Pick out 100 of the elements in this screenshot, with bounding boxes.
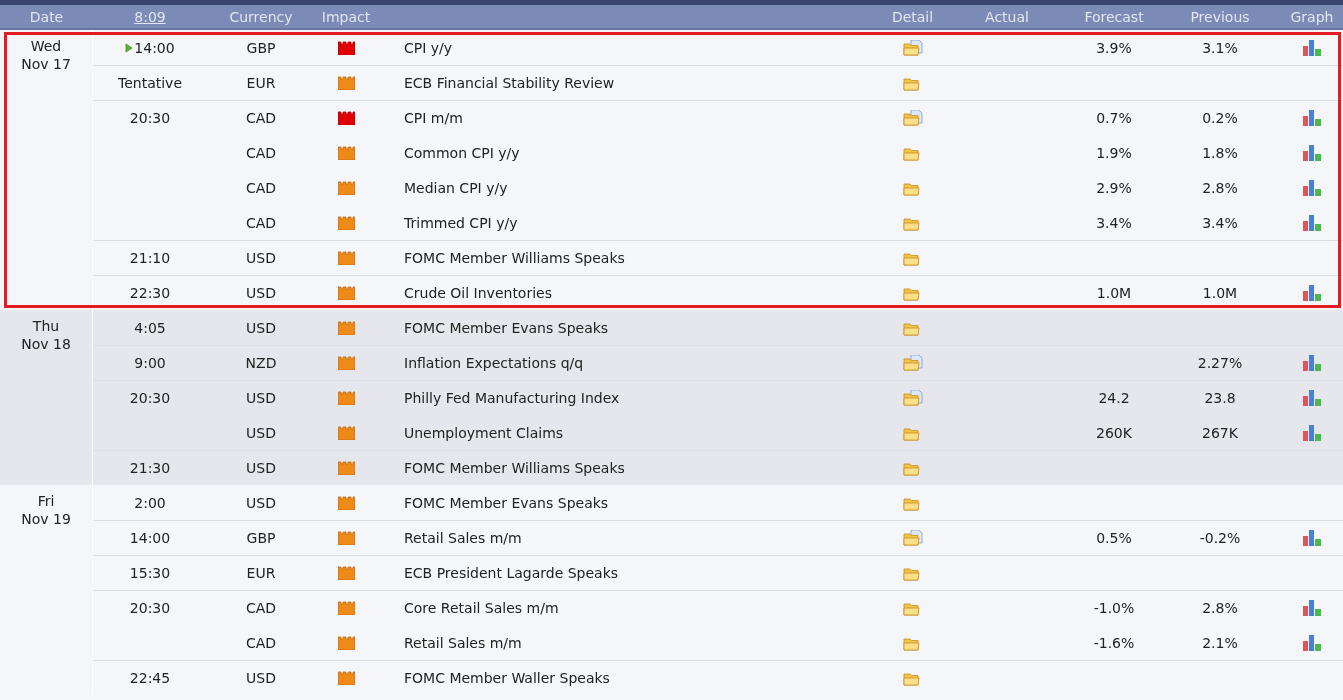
forecast-value: 3.9% — [1096, 40, 1132, 56]
bar-chart-icon[interactable] — [1302, 110, 1322, 126]
forecast-value: -1.6% — [1093, 635, 1135, 651]
previous-value: 267K — [1202, 425, 1238, 441]
previous-value: 23.8 — [1204, 390, 1236, 406]
bar-chart-icon[interactable] — [1302, 285, 1322, 301]
time-text: 14:00 — [129, 530, 171, 546]
event-title: FOMC Member Evans Speaks — [403, 495, 609, 511]
folder-document-icon[interactable] — [902, 110, 923, 126]
weekday-text: Wed — [30, 37, 62, 55]
event-title: FOMC Member Waller Speaks — [403, 670, 610, 686]
previous-value: 2.1% — [1202, 635, 1238, 651]
currency-text: USD — [246, 285, 276, 301]
folder-icon[interactable] — [902, 425, 923, 441]
forecast-value: 260K — [1096, 425, 1132, 441]
folder-icon[interactable] — [902, 180, 923, 196]
event-title: Core Retail Sales m/m — [403, 600, 559, 616]
currency-text: NZD — [245, 355, 277, 371]
folder-icon[interactable] — [902, 600, 923, 616]
column-header: Currency — [229, 8, 293, 25]
currency-text: USD — [246, 460, 276, 476]
previous-value: 3.1% — [1202, 40, 1238, 56]
time-text: 21:30 — [129, 460, 171, 476]
event-title: FOMC Member Williams Speaks — [403, 460, 625, 476]
time-text: 2:00 — [134, 495, 166, 511]
forecast-value: 1.0M — [1096, 285, 1132, 301]
event-title: ECB Financial Stability Review — [403, 75, 615, 91]
currency-text: EUR — [246, 565, 276, 581]
bar-chart-icon[interactable] — [1302, 390, 1322, 406]
folder-icon[interactable] — [902, 460, 923, 476]
time-text: Tentative — [118, 75, 182, 91]
folder-document-icon[interactable] — [902, 355, 923, 371]
date-text: Nov 18 — [21, 335, 71, 353]
folder-icon[interactable] — [902, 75, 923, 91]
time-text: 20:30 — [129, 390, 171, 406]
weekday-text: Thu — [32, 317, 60, 335]
currency-text: CAD — [245, 110, 277, 126]
bar-chart-icon[interactable] — [1302, 600, 1322, 616]
column-header: Impact — [321, 8, 371, 25]
forecast-value: 3.4% — [1096, 215, 1132, 231]
previous-value: -0.2% — [1199, 530, 1241, 546]
folder-icon[interactable] — [902, 635, 923, 651]
time-text: 9:00 — [134, 355, 166, 371]
column-header: Date — [29, 8, 64, 25]
currency-text: CAD — [245, 635, 277, 651]
time-text: 22:45 — [129, 670, 171, 686]
column-header: Graph — [1290, 8, 1334, 25]
time-text: 22:30 — [129, 285, 171, 301]
time-text: 21:10 — [129, 250, 171, 266]
folder-icon[interactable] — [902, 145, 923, 161]
event-title: FOMC Member Evans Speaks — [403, 320, 609, 336]
event-title: Crude Oil Inventories — [403, 285, 552, 301]
folder-icon[interactable] — [902, 285, 923, 301]
event-title: Philly Fed Manufacturing Index — [403, 390, 620, 406]
previous-value: 0.2% — [1202, 110, 1238, 126]
folder-icon[interactable] — [902, 215, 923, 231]
column-header: Actual — [985, 8, 1029, 25]
time-text: 20:30 — [129, 600, 171, 616]
event-title: ECB President Lagarde Speaks — [403, 565, 619, 581]
column-header: Forecast — [1084, 8, 1144, 25]
forecast-value: 0.7% — [1096, 110, 1132, 126]
folder-icon[interactable] — [902, 250, 923, 266]
folder-document-icon[interactable] — [902, 530, 923, 546]
folder-icon[interactable] — [902, 320, 923, 336]
time-text: 20:30 — [129, 110, 171, 126]
bar-chart-icon[interactable] — [1302, 425, 1322, 441]
bar-chart-icon[interactable] — [1302, 40, 1322, 56]
bar-chart-icon[interactable] — [1302, 145, 1322, 161]
folder-icon[interactable] — [902, 670, 923, 686]
forecast-value: 1.9% — [1096, 145, 1132, 161]
time-link[interactable]: 8:09 — [134, 8, 166, 25]
folder-document-icon[interactable] — [902, 390, 923, 406]
currency-text: CAD — [245, 180, 277, 196]
forecast-value: 24.2 — [1098, 390, 1130, 406]
currency-text: CAD — [245, 145, 277, 161]
time-text: 4:05 — [134, 320, 166, 336]
bar-chart-icon[interactable] — [1302, 215, 1322, 231]
currency-text: USD — [246, 495, 276, 511]
currency-text: CAD — [245, 600, 277, 616]
event-title: FOMC Member Williams Speaks — [403, 250, 625, 266]
folder-icon[interactable] — [902, 495, 923, 511]
currency-text: GBP — [246, 530, 276, 546]
column-header: Previous — [1190, 8, 1250, 25]
currency-text: CAD — [245, 215, 277, 231]
previous-value: 1.8% — [1202, 145, 1238, 161]
previous-value: 1.0M — [1202, 285, 1238, 301]
previous-value: 3.4% — [1202, 215, 1238, 231]
bar-chart-icon[interactable] — [1302, 530, 1322, 546]
date-text: Nov 19 — [21, 510, 71, 528]
currency-text: USD — [246, 390, 276, 406]
folder-icon[interactable] — [902, 565, 923, 581]
bar-chart-icon[interactable] — [1302, 635, 1322, 651]
currency-text: GBP — [246, 40, 276, 56]
time-text: 15:30 — [129, 565, 171, 581]
weekday-text: Fri — [37, 492, 55, 510]
currency-text: USD — [246, 320, 276, 336]
event-title: Inflation Expectations q/q — [403, 355, 584, 371]
bar-chart-icon[interactable] — [1302, 180, 1322, 196]
bar-chart-icon[interactable] — [1302, 355, 1322, 371]
folder-document-icon[interactable] — [902, 40, 923, 56]
